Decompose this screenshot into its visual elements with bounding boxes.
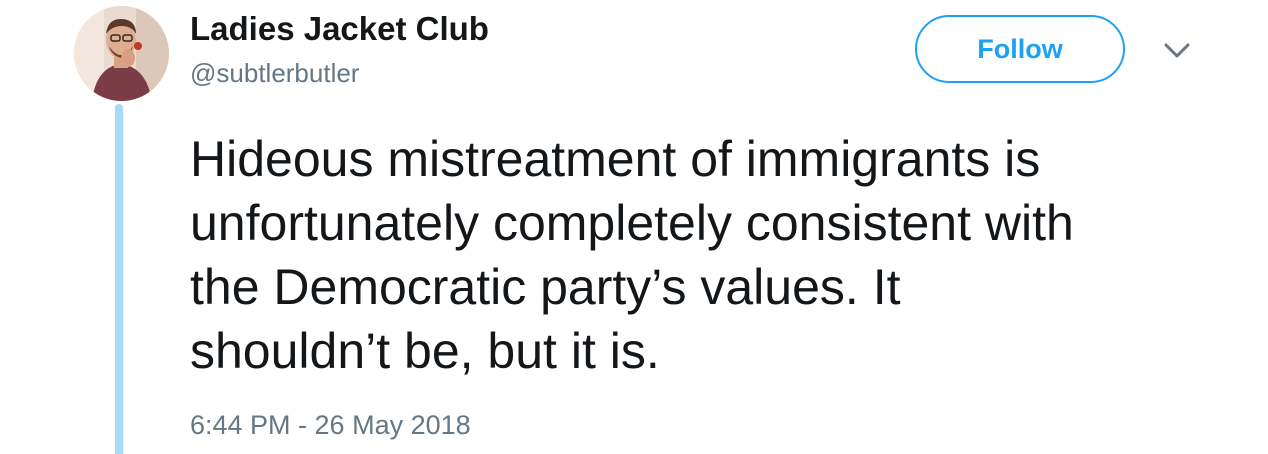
avatar-photo [74,6,169,101]
tweet-text-line: unfortunately completely consistent with [190,195,1074,251]
follow-button[interactable]: Follow [915,15,1125,83]
author-display-name[interactable]: Ladies Jacket Club [190,9,489,49]
author-handle[interactable]: @subtlerbutler [190,57,359,89]
tweet-text-line: Hideous mistreatment of immigrants is [190,131,1041,187]
tweet-text: Hideous mistreatment of immigrants is un… [190,127,1250,383]
tweet-text-line: shouldn’t be, but it is. [190,323,660,379]
avatar[interactable] [74,6,169,101]
thread-line [115,104,123,454]
tweet-timestamp[interactable]: 6:44 PM - 26 May 2018 [190,408,471,442]
tweet-text-line: the Democratic party’s values. It [190,259,901,315]
chevron-down-icon[interactable] [1160,36,1194,66]
